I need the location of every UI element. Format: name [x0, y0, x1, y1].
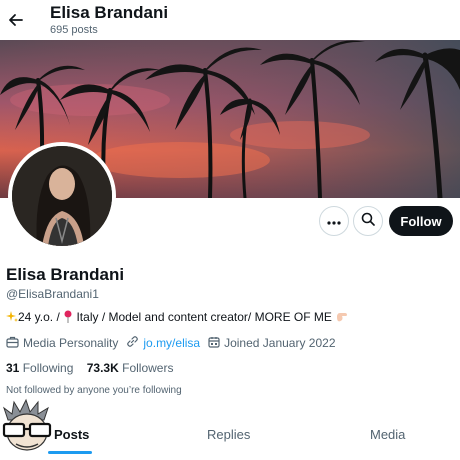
profile-website-link[interactable]: jo.my/elisa	[143, 336, 200, 350]
following-label: Following	[22, 361, 74, 375]
more-button[interactable]	[319, 206, 349, 236]
tab-posts[interactable]: Posts	[54, 427, 89, 442]
bio-text-1: 24 y.o. /	[18, 310, 64, 325]
profile-name: Elisa Brandani	[6, 265, 125, 284]
mascot-watermark	[0, 398, 58, 454]
followers-link[interactable]: 73.3K Followers	[87, 361, 174, 375]
following-count: 31	[6, 361, 20, 375]
profile-bio: 24 y.o. / Italy / Model and content crea…	[6, 310, 348, 326]
profile-meta: Media Personality jo.my/elisa Joined Jan…	[6, 335, 344, 351]
header-post-count: 695 posts	[50, 24, 98, 36]
followers-count: 73.3K	[86, 361, 119, 375]
tab-replies[interactable]: Replies	[207, 427, 250, 442]
followers-label: Followers	[122, 361, 174, 375]
follow-button[interactable]: Follow	[389, 206, 453, 236]
sparkle-icon	[6, 310, 18, 326]
back-arrow-icon[interactable]	[6, 10, 26, 30]
top-bar: Elisa Brandani 695 posts	[0, 0, 460, 40]
link-icon	[126, 335, 139, 351]
pin-icon	[63, 310, 73, 326]
more-icon	[327, 212, 341, 230]
calendar-icon	[208, 336, 220, 351]
tab-media[interactable]: Media	[370, 427, 405, 442]
profile-handle: @ElisaBrandani1	[6, 287, 99, 301]
not-followed-notice: Not followed by anyone you’re following	[6, 385, 182, 396]
follow-stats: 31 Following 73.3K Followers	[6, 361, 173, 375]
profile-joined: Joined January 2022	[224, 336, 336, 350]
following-link[interactable]: 31 Following	[6, 361, 73, 375]
profile-category: Media Personality	[23, 336, 119, 350]
search-icon	[361, 212, 375, 231]
briefcase-icon	[6, 336, 19, 351]
avatar[interactable]	[8, 142, 116, 250]
search-button[interactable]	[353, 206, 383, 236]
profile-tabs: Posts Replies Media	[0, 420, 460, 460]
hand-icon	[335, 310, 348, 326]
header-title: Elisa Brandani	[50, 3, 169, 22]
bio-text-2: Italy / Model and content creator/ MORE …	[73, 310, 336, 325]
